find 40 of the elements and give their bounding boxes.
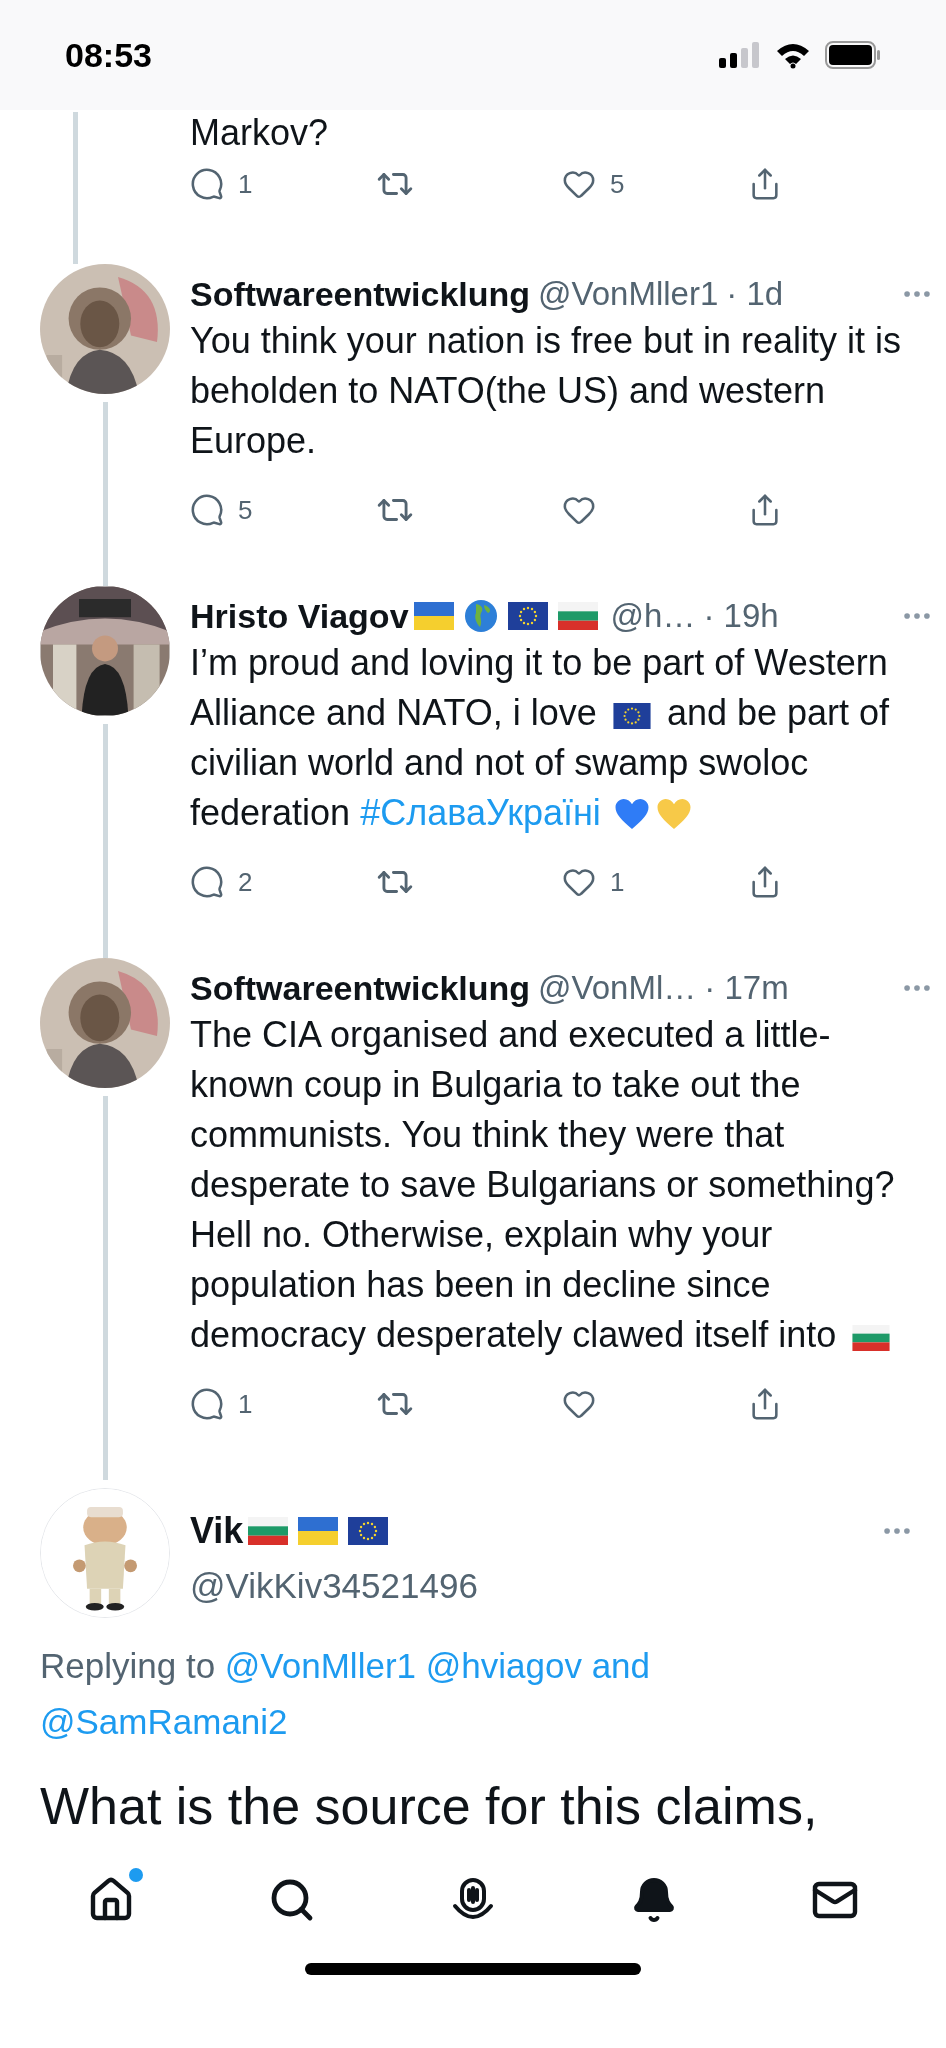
- reply-count: 2: [238, 865, 253, 899]
- tweet-text: The CIA organised and executed a little-known coup in Bulgaria to take out the communists. You think they were that desperate to save Bulgarians or something? Hell no. Otherwise, explain why your population has been in decline since democracy desperately clawed itself into: [190, 1013, 896, 1357]
- reply-icon[interactable]: [190, 865, 224, 899]
- eu-flag-icon: [612, 703, 651, 729]
- reply-icon[interactable]: [190, 1387, 224, 1421]
- eu-flag-icon: [507, 602, 548, 630]
- author-name[interactable]: Softwareentwicklung: [190, 268, 531, 320]
- status-time: 08:53: [65, 34, 152, 76]
- eu-flag-icon: [348, 1517, 389, 1545]
- tweet-text: What is the source for this claims,: [40, 1776, 819, 1837]
- bulgaria-flag-icon: [557, 602, 598, 630]
- author-handle[interactable]: @VikKiv34521496: [190, 1560, 906, 1613]
- wifi-icon: [775, 41, 811, 69]
- battery-icon: [825, 41, 881, 69]
- reply-count: 1: [238, 167, 253, 201]
- tweet-time: · 17m: [704, 968, 789, 1009]
- ukraine-flag-icon: [298, 1517, 339, 1545]
- tweet-time: · 19h: [703, 596, 779, 637]
- ukraine-flag-icon: [413, 602, 454, 630]
- tweet-text: Markov?: [190, 112, 330, 154]
- reply-context: Replying to @VonMller1 @hviagov and @SamRamani2: [40, 1645, 652, 1743]
- author-name[interactable]: Vik: [190, 1504, 244, 1558]
- bulgaria-flag-icon: [852, 1325, 891, 1351]
- author-handle[interactable]: @VonMller1: [538, 269, 719, 319]
- reply-icon[interactable]: [190, 167, 224, 201]
- author-name[interactable]: Hristo Viagov: [190, 590, 409, 642]
- signal-icon: [719, 42, 761, 68]
- tweet-text: I’m proud and loving it to be part of Western Alliance and NATO, i love and be part of civilian world and not of swamp swoloc federation #СлаваУкраїні: [190, 641, 891, 835]
- globe-icon: [463, 599, 498, 633]
- reply-count: 5: [238, 493, 253, 527]
- bulgaria-flag-icon: [248, 1517, 289, 1545]
- tweet-text: You think your nation is free but in reality it is beholden to NATO(the US) and western Europe.: [190, 319, 903, 463]
- like-count: 1: [610, 865, 625, 899]
- like-count: 5: [610, 167, 625, 201]
- author-handle[interactable]: @VonMl…: [538, 963, 697, 1013]
- tweet-time: · 1d: [726, 274, 784, 315]
- author-handle[interactable]: @h…: [610, 591, 696, 641]
- author-name[interactable]: Softwareentwicklung: [190, 962, 531, 1014]
- reply-count: 1: [238, 1387, 253, 1421]
- reply-icon[interactable]: [190, 493, 224, 527]
